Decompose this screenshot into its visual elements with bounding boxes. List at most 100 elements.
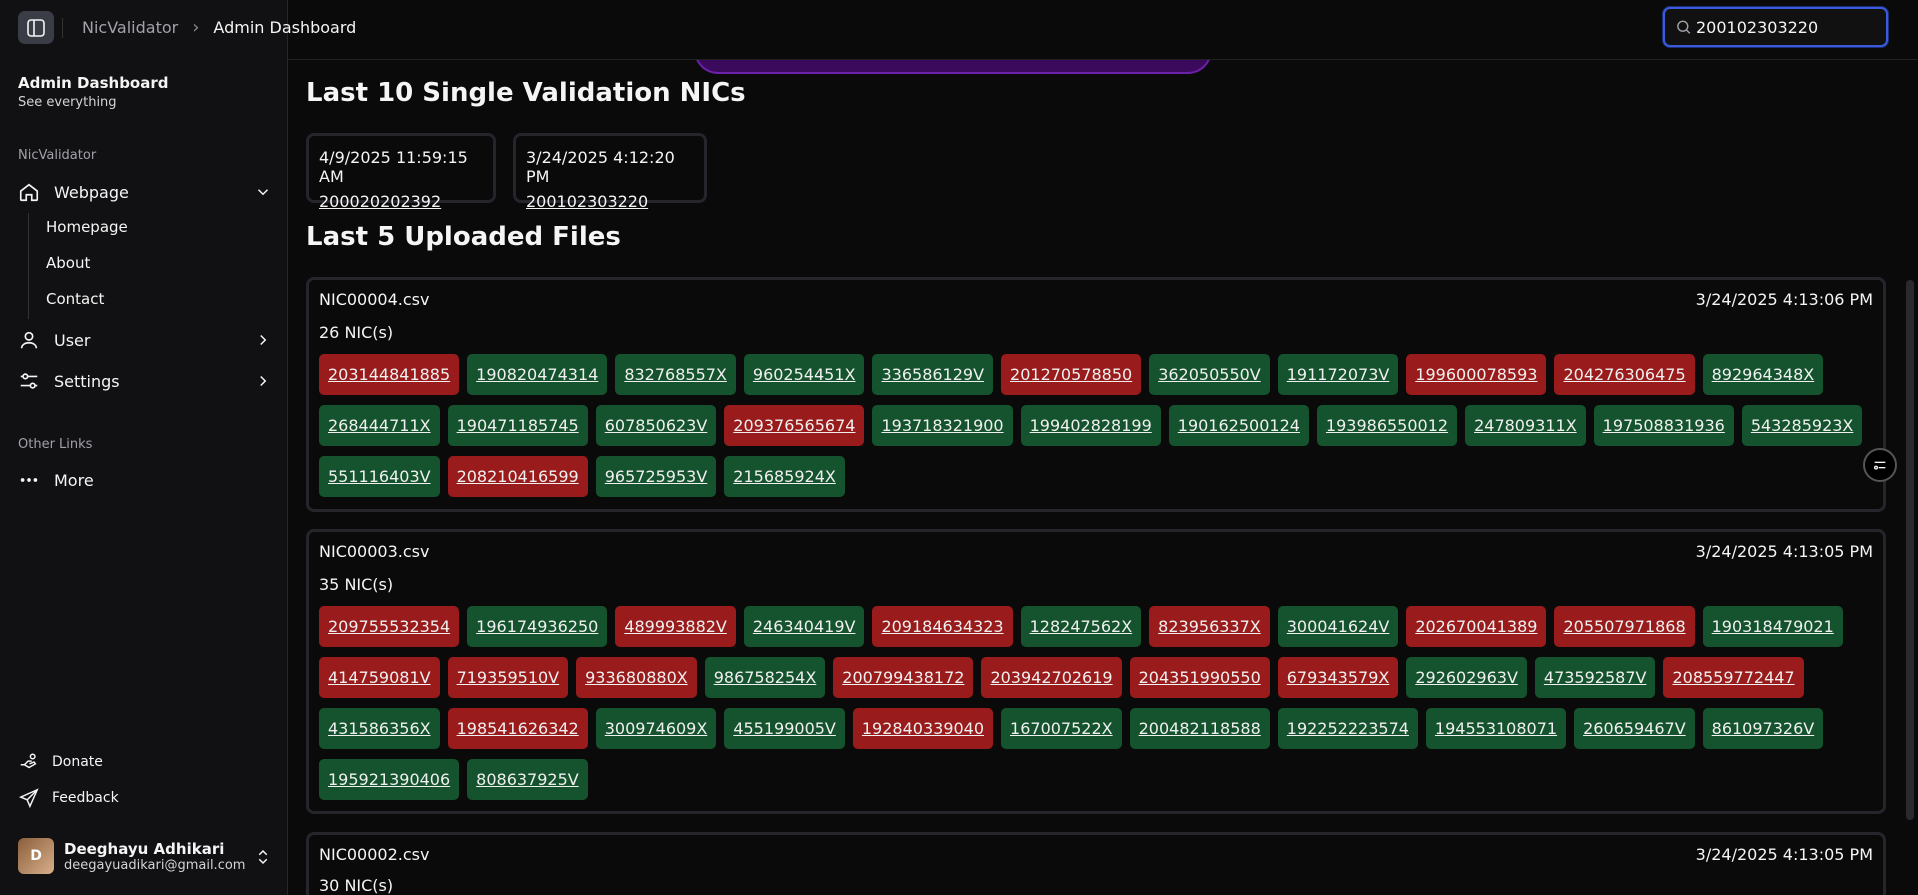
nic-chip[interactable]: 190471185745: [447, 405, 588, 446]
nic-chip[interactable]: 200482118588: [1129, 708, 1270, 749]
sidebar-item-label: User: [54, 330, 91, 350]
recent-nic-card[interactable]: 4/9/2025 11:59:15 AM 200020202392: [306, 133, 496, 211]
nic-chip[interactable]: 260659467V: [1574, 708, 1695, 749]
nic-chip[interactable]: 201270578850: [1001, 354, 1142, 395]
nic-chip[interactable]: 190318479021: [1702, 606, 1843, 647]
nic-chip[interactable]: 986758254X: [704, 657, 826, 698]
donate-link[interactable]: Donate: [18, 751, 103, 773]
nic-chip[interactable]: 190820474314: [467, 354, 608, 395]
nic-chip[interactable]: 196174936250: [467, 606, 608, 647]
nic-chip[interactable]: 607850623V: [595, 405, 717, 446]
nic-chip[interactable]: 808637925V: [467, 759, 588, 800]
search-box[interactable]: [1663, 7, 1888, 47]
sidebar-item-label: Webpage: [54, 182, 129, 202]
nic-chip[interactable]: 823956337X: [1149, 606, 1270, 647]
nic-chip[interactable]: 473592587V: [1534, 657, 1656, 698]
nic-chip[interactable]: 203942702619: [981, 657, 1122, 698]
sidebar: Admin Dashboard See everything NicValida…: [0, 0, 288, 895]
recent-nic-link[interactable]: 200102303220: [526, 192, 694, 211]
nic-chip[interactable]: 205507971868: [1554, 606, 1695, 647]
nic-chip[interactable]: 247809311X: [1465, 405, 1586, 446]
nic-chip[interactable]: 208559772447: [1663, 657, 1804, 698]
nic-chip[interactable]: 209376565674: [724, 405, 865, 446]
nic-chip[interactable]: 892964348X: [1702, 354, 1824, 395]
nic-chip[interactable]: 832768557X: [615, 354, 736, 395]
nic-chip[interactable]: 300041624V: [1277, 606, 1399, 647]
nic-chip[interactable]: 195921390406: [319, 759, 460, 800]
feedback-label: Feedback: [52, 790, 119, 806]
nic-chip[interactable]: 199600078593: [1406, 354, 1547, 395]
nic-chip[interactable]: 167007522X: [1001, 708, 1122, 749]
nic-chip[interactable]: 200799438172: [833, 657, 974, 698]
decorative-banner: [694, 60, 1212, 74]
scrollbar[interactable]: [1906, 280, 1914, 820]
sidebar-group-label: Other Links: [18, 437, 93, 452]
recent-nic-card[interactable]: 3/24/2025 4:12:20 PM 200102303220: [513, 133, 707, 211]
nic-chip[interactable]: 193986550012: [1316, 405, 1458, 446]
sidebar-item-user[interactable]: User: [18, 329, 272, 351]
nic-chip[interactable]: 455199005V: [724, 708, 845, 749]
nic-chip[interactable]: 197508831936: [1593, 405, 1734, 446]
nic-chip[interactable]: 198541626342: [447, 708, 588, 749]
recent-nic-link[interactable]: 200020202392: [319, 192, 483, 211]
file-card: NIC00004.csv 3/24/2025 4:13:06 PM 26 NIC…: [306, 277, 1886, 512]
nic-chip[interactable]: 489993882V: [615, 606, 736, 647]
search-icon: [1677, 20, 1691, 34]
sidebar-item-settings[interactable]: Settings: [18, 370, 272, 392]
nic-chip[interactable]: 209755532354: [319, 606, 460, 647]
submenu-line: [28, 213, 29, 319]
nic-chip[interactable]: 268444711X: [319, 405, 440, 446]
send-icon: [18, 788, 39, 809]
sidebar-item-contact[interactable]: Contact: [46, 290, 104, 308]
nic-chip[interactable]: 861097326V: [1702, 708, 1824, 749]
breadcrumb-root[interactable]: NicValidator: [82, 18, 178, 37]
search-input[interactable]: [1692, 17, 1886, 37]
nic-chip[interactable]: 215685924X: [724, 456, 845, 497]
nic-chip[interactable]: 209184634323: [872, 606, 1013, 647]
file-name: NIC00004.csv: [319, 290, 430, 309]
sidebar-item-more[interactable]: More: [18, 469, 272, 491]
feedback-link[interactable]: Feedback: [18, 787, 119, 809]
nic-chip[interactable]: 414759081V: [319, 657, 440, 698]
nic-chip[interactable]: 204351990550: [1129, 657, 1270, 698]
nic-chip[interactable]: 965725953V: [595, 456, 717, 497]
nic-chip[interactable]: 194553108071: [1425, 708, 1567, 749]
filter-floating-button[interactable]: [1863, 448, 1897, 482]
nic-chip[interactable]: 543285923X: [1741, 405, 1863, 446]
home-icon: [19, 183, 39, 202]
sidebar-item-about[interactable]: About: [46, 254, 90, 272]
nic-chip[interactable]: 246340419V: [743, 606, 865, 647]
nic-chip[interactable]: 362050550V: [1149, 354, 1270, 395]
nic-chip[interactable]: 199402828199: [1020, 405, 1161, 446]
donate-label: Donate: [52, 754, 103, 770]
nic-chip[interactable]: 203144841885: [319, 354, 460, 395]
chevron-right-icon: [260, 334, 267, 346]
sidebar-item-homepage[interactable]: Homepage: [46, 218, 128, 236]
sidebar-item-webpage[interactable]: Webpage: [18, 181, 272, 203]
nic-chip[interactable]: 960254451X: [743, 354, 865, 395]
file-count: 35 NIC(s): [319, 575, 394, 594]
nic-chip[interactable]: 191172073V: [1277, 354, 1399, 395]
nic-chip[interactable]: 679343579X: [1277, 657, 1399, 698]
breadcrumb-current: Admin Dashboard: [213, 18, 357, 37]
nic-chip[interactable]: 300974609X: [595, 708, 717, 749]
nic-chip[interactable]: 128247562X: [1020, 606, 1142, 647]
nic-chip[interactable]: 719359510V: [447, 657, 569, 698]
files-heading: Last 5 Uploaded Files: [306, 222, 621, 252]
nic-chip[interactable]: 431586356X: [319, 708, 440, 749]
file-name: NIC00002.csv: [319, 845, 430, 864]
nic-chip[interactable]: 192840339040: [852, 708, 994, 749]
nic-chip[interactable]: 193718321900: [872, 405, 1013, 446]
nic-chip[interactable]: 192252223574: [1277, 708, 1418, 749]
nic-chip[interactable]: 551116403V: [319, 456, 440, 497]
user-menu[interactable]: D Deeghayu Adhikari deegayuadikari@gmail…: [18, 838, 272, 874]
nic-chip[interactable]: 336586129V: [872, 354, 994, 395]
nic-chip[interactable]: 202670041389: [1406, 606, 1547, 647]
chevron-updown-icon: [258, 849, 268, 865]
nic-chip[interactable]: 204276306475: [1554, 354, 1695, 395]
sidebar-toggle-button[interactable]: [18, 11, 54, 44]
nic-chip[interactable]: 190162500124: [1168, 405, 1309, 446]
nic-chip[interactable]: 208210416599: [447, 456, 588, 497]
nic-chip[interactable]: 933680880X: [576, 657, 697, 698]
nic-chip[interactable]: 292602963V: [1406, 657, 1527, 698]
